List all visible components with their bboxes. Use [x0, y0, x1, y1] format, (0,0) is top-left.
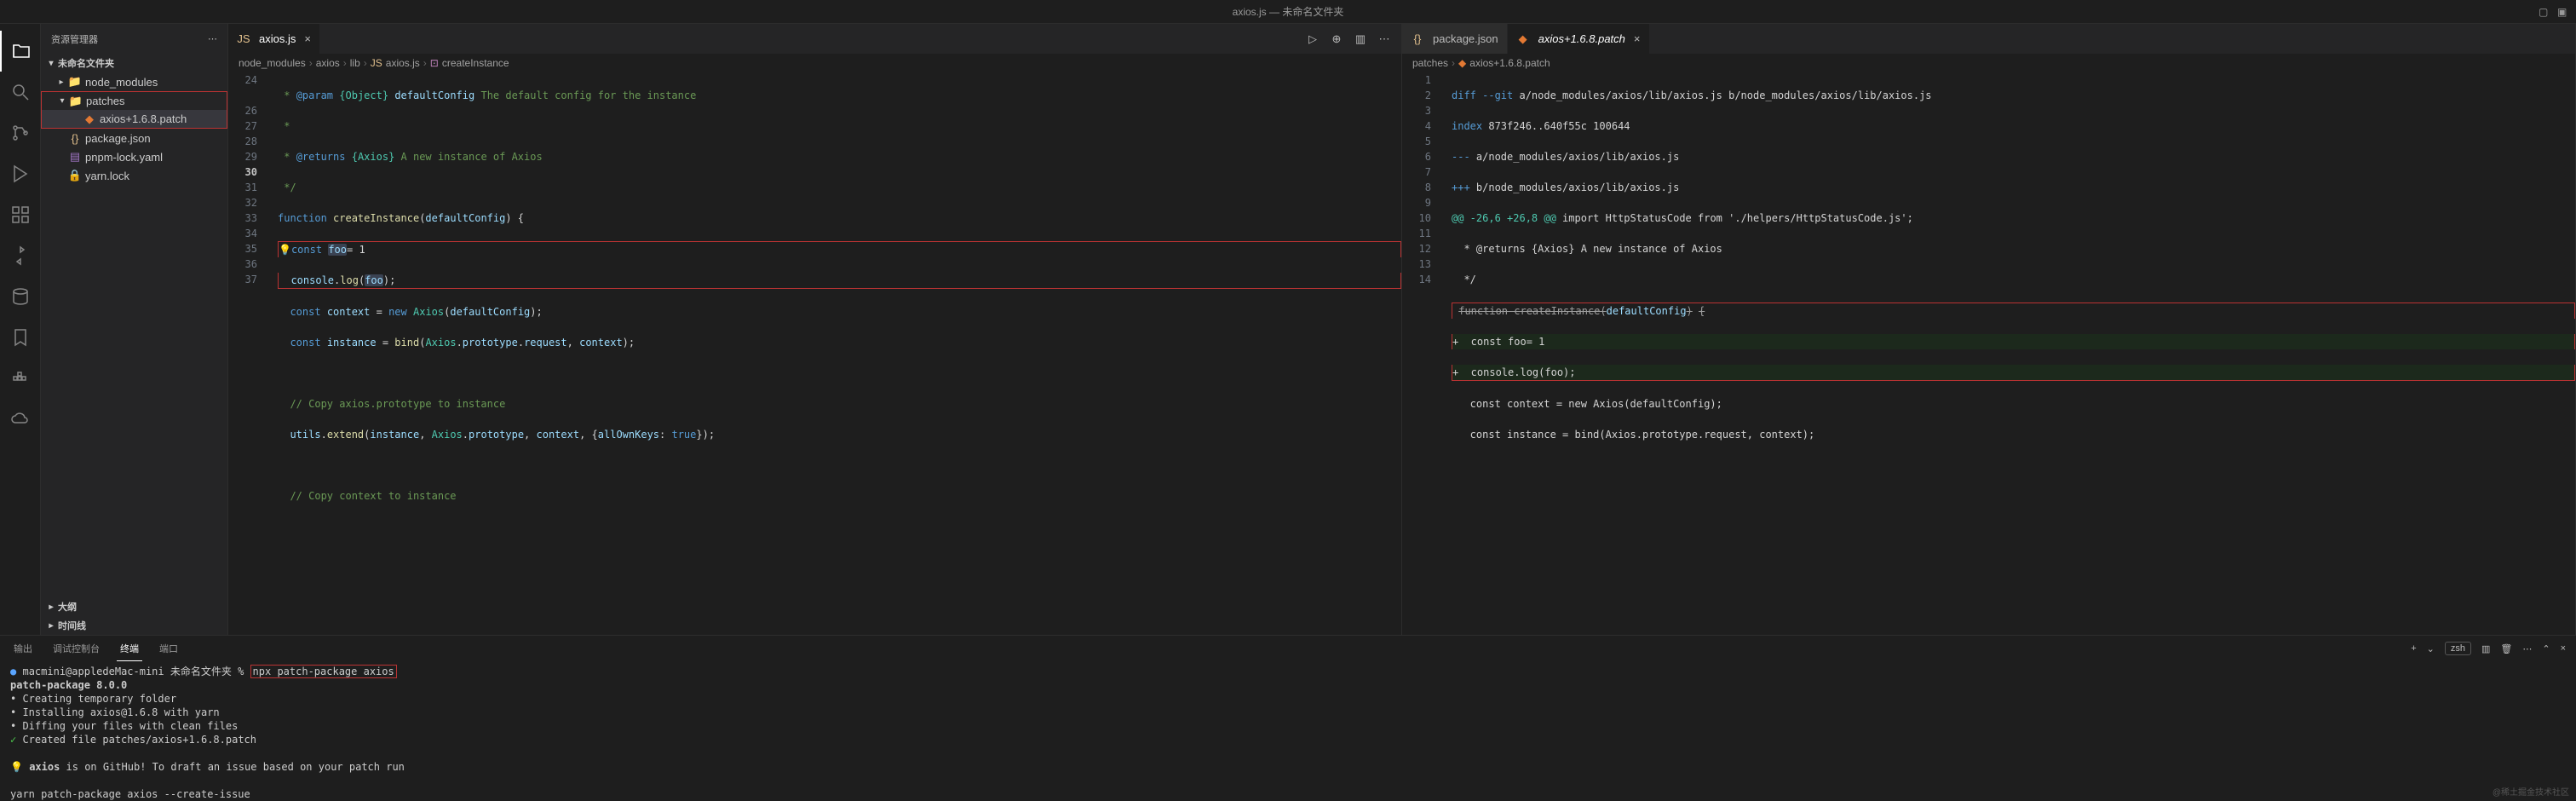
- patch-file-icon: ◆: [83, 112, 96, 126]
- split-terminal-icon[interactable]: ▥: [2481, 643, 2490, 654]
- tab-axios-js[interactable]: JS axios.js ×: [228, 24, 320, 54]
- activity-debug-icon[interactable]: [0, 153, 41, 194]
- chevron-up-icon[interactable]: ⌃: [2542, 643, 2550, 654]
- title-bar: axios.js — 未命名文件夹 ▢ ▣: [0, 0, 2576, 24]
- sidebar-outline[interactable]: ▸大纲: [41, 597, 227, 616]
- terminal-command-highlight: npx patch-package axios: [250, 665, 397, 678]
- lightbulb-icon[interactable]: 💡: [279, 244, 291, 256]
- editor-content-right[interactable]: 1 2 3 4 5 6 7 8 9 10 11 12 13 14 diff --…: [1402, 72, 2575, 635]
- tree-pnpm-lock[interactable]: ▤pnpm-lock.yaml: [41, 147, 227, 166]
- editor-pane-right: {} package.json ◆ axios+1.6.8.patch × pa…: [1402, 24, 2576, 635]
- json-file-icon: {}: [1411, 32, 1424, 46]
- panel-tab-output[interactable]: 输出: [10, 636, 36, 661]
- sidebar-timeline[interactable]: ▸时间线: [41, 616, 227, 635]
- activity-bookmark-icon[interactable]: [0, 317, 41, 358]
- patch-file-icon: ◆: [1458, 57, 1466, 69]
- editor-content-left[interactable]: 24 26 27 28 29 30 31 32 33 34 35 36 37 *…: [228, 72, 1401, 635]
- sidebar-more-icon[interactable]: ⋯: [208, 33, 217, 44]
- tree-node-modules[interactable]: ▸📁node_modules: [41, 72, 227, 91]
- activity-explorer-icon[interactable]: [0, 31, 41, 72]
- tree-patch-file[interactable]: ◆axios+1.6.8.patch: [41, 110, 227, 129]
- window-title: axios.js — 未命名文件夹: [1233, 4, 1344, 19]
- folder-icon: 📁: [68, 75, 82, 89]
- function-icon: ⊡: [430, 57, 439, 69]
- js-file-icon: JS: [371, 57, 382, 69]
- gutter-left: 24 26 27 28 29 30 31 32 33 34 35 36 37: [228, 72, 271, 635]
- close-icon[interactable]: ×: [1634, 32, 1641, 45]
- tab-package-json[interactable]: {} package.json: [1402, 24, 1508, 54]
- tree-package-json[interactable]: {}package.json: [41, 129, 227, 147]
- folder-root-label: 未命名文件夹: [58, 56, 114, 70]
- tree-patches[interactable]: ▾📁patches: [41, 91, 227, 110]
- run-icon[interactable]: ▷: [1306, 32, 1320, 46]
- new-terminal-icon[interactable]: +: [2411, 643, 2416, 654]
- activity-extensions-icon[interactable]: [0, 194, 41, 235]
- terminal-shell-label[interactable]: zsh: [2445, 642, 2471, 655]
- breadcrumbs-right[interactable]: patches› ◆ axios+1.6.8.patch: [1402, 54, 2575, 72]
- split-icon[interactable]: ▥: [1354, 32, 1367, 46]
- js-file-icon: JS: [237, 32, 250, 46]
- more-icon[interactable]: ⋯: [1377, 32, 1391, 46]
- panel-tab-debug-console[interactable]: 调试控制台: [49, 636, 103, 661]
- compare-icon[interactable]: ⊕: [1330, 32, 1343, 46]
- panel-tab-terminal[interactable]: 终端: [117, 636, 142, 661]
- sidebar-folder-root[interactable]: ▾未命名文件夹: [41, 54, 227, 72]
- terminal-dropdown-icon[interactable]: ⌄: [2427, 643, 2435, 654]
- watermark: @稀土掘金技术社区: [2493, 785, 2569, 798]
- more-icon[interactable]: ⋯: [2522, 643, 2532, 654]
- panel-tab-ports[interactable]: 端口: [156, 636, 181, 661]
- panel-toggle-icon[interactable]: ▢: [2539, 6, 2550, 18]
- breadcrumbs-left[interactable]: node_modules› axios› lib› JS axios.js› ⊡…: [228, 54, 1401, 72]
- activity-scm-icon[interactable]: [0, 112, 41, 153]
- terminal-panel: 输出 调试控制台 终端 端口 + ⌄ zsh ▥ 🗑 ⋯ ⌃ × ● macmi…: [0, 635, 2576, 801]
- activity-cloud-icon[interactable]: [0, 399, 41, 440]
- activity-db-icon[interactable]: [0, 276, 41, 317]
- activity-remote-icon[interactable]: [0, 235, 41, 276]
- json-file-icon: {}: [68, 131, 82, 145]
- trash-icon[interactable]: 🗑: [2500, 643, 2512, 654]
- terminal-body[interactable]: ● macmini@appledeMac-mini 未命名文件夹 % npx p…: [0, 661, 2576, 801]
- patch-file-icon: ◆: [1516, 32, 1530, 46]
- activity-bar: [0, 24, 41, 635]
- close-icon[interactable]: ×: [304, 32, 311, 45]
- activity-search-icon[interactable]: [0, 72, 41, 112]
- lock-file-icon: 🔒: [68, 169, 82, 182]
- sidebar: 资源管理器 ⋯ ▾未命名文件夹 ▸📁node_modules ▾📁patches…: [41, 24, 228, 635]
- sidebar-title: 资源管理器: [51, 32, 98, 46]
- tab-patch-file[interactable]: ◆ axios+1.6.8.patch ×: [1508, 24, 1650, 54]
- code-left[interactable]: * @param {Object} defaultConfig The defa…: [271, 72, 1401, 635]
- activity-docker-icon[interactable]: [0, 358, 41, 399]
- folder-icon: 📁: [69, 95, 83, 108]
- tree-yarn-lock[interactable]: 🔒yarn.lock: [41, 166, 227, 185]
- editor-pane-left: JS axios.js × ▷ ⊕ ▥ ⋯ node_modules› axio…: [228, 24, 1402, 635]
- gutter-right: 1 2 3 4 5 6 7 8 9 10 11 12 13 14: [1402, 72, 1445, 635]
- yaml-file-icon: ▤: [68, 150, 82, 164]
- code-right[interactable]: diff --git a/node_modules/axios/lib/axio…: [1445, 72, 2575, 635]
- sidebar-toggle-icon[interactable]: ▣: [2557, 6, 2569, 18]
- close-panel-icon[interactable]: ×: [2561, 643, 2566, 654]
- file-tree: ▸📁node_modules ▾📁patches ◆axios+1.6.8.pa…: [41, 72, 227, 597]
